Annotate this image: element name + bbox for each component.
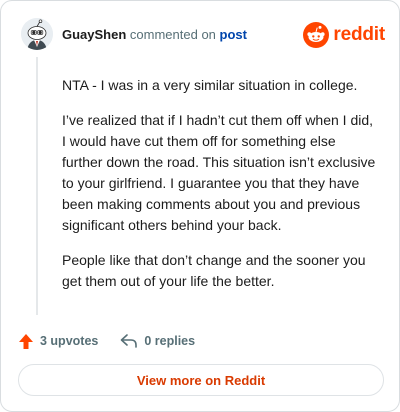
embedded-comment-card: GuayShen commented on post reddit NTA - … [0,0,400,412]
comment-paragraph: People like that don’t change and the so… [62,252,366,289]
comment-header: GuayShen commented on post reddit [21,18,387,52]
comment-paragraph: NTA - I was in a very similar situation … [62,77,358,93]
comment-action-text: commented on [129,27,216,42]
upvote-count: 3 upvotes [40,334,99,348]
comment-actions: 3 upvotes 0 replies [18,331,195,351]
post-link[interactable]: post [220,27,247,42]
view-more-button[interactable]: View more on Reddit [18,364,384,396]
reddit-brand-link[interactable]: reddit [303,21,385,49]
reddit-wordmark: reddit [333,24,385,45]
comment-paragraph: I’ve realized that if I hadn’t cut them … [62,112,376,233]
upvote-button[interactable]: 3 upvotes [18,333,98,350]
reply-arrow-icon [121,334,138,348]
upvote-arrow-icon [19,333,33,349]
avatar[interactable] [21,18,53,50]
username-link[interactable]: GuayShen [62,27,126,42]
comment-body: NTA - I was in a very similar situation … [62,75,380,306]
thread-line [36,57,38,315]
comment-byline: GuayShen commented on post [62,27,247,43]
reply-count: 0 replies [144,334,196,348]
snoo-avatar-icon [21,18,53,50]
reddit-logo-icon [303,22,330,48]
reply-button[interactable]: 0 replies [120,333,195,349]
